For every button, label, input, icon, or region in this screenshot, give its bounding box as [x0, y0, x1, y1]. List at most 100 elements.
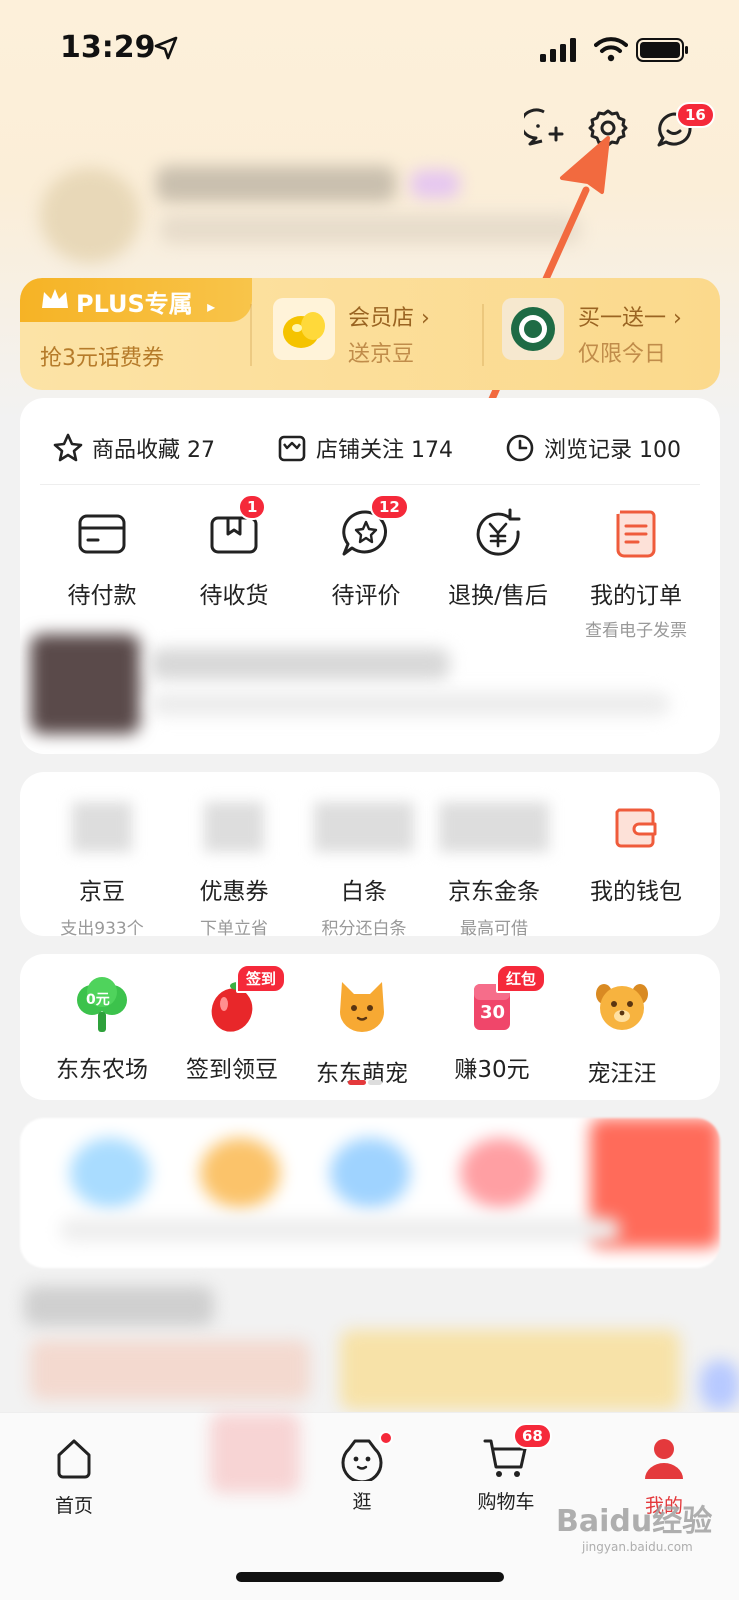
plus-divider-2: [482, 304, 484, 366]
promo-icon-blurred[interactable]: [200, 1138, 280, 1208]
my-orders-label: 我的订单: [590, 583, 682, 609]
farm-icon-text: 0元: [86, 992, 110, 1008]
carousel-dot-active: [348, 1080, 366, 1085]
store-icon: [278, 435, 306, 462]
bogo-thumb[interactable]: [502, 298, 564, 360]
game-earn[interactable]: 30 红包 赚30元: [426, 964, 558, 1084]
favorites-stat[interactable]: 商品收藏 27: [52, 428, 215, 468]
invoice-link[interactable]: 查看电子发票: [566, 616, 706, 641]
recent-order-thumb-blurred[interactable]: [30, 634, 140, 734]
cellular-signal-icon: [540, 38, 576, 62]
wallet-coupons[interactable]: 优惠券 下单立省: [168, 802, 300, 936]
cat-icon: [340, 982, 384, 1032]
member-store-thumb[interactable]: [273, 298, 335, 360]
game-farm[interactable]: 0元 东东农场: [36, 976, 168, 1084]
recent-order-meta-blurred: [150, 692, 670, 716]
wallet-label: 白条: [341, 879, 387, 905]
wallet-icon: [615, 808, 657, 848]
game-dog[interactable]: 宠汪汪: [556, 976, 688, 1088]
order-label: 待评价: [331, 583, 401, 609]
promo-card-blurred: [20, 1118, 720, 1268]
promo-labels-blurred: [60, 1218, 620, 1242]
order-label: 待付款: [67, 583, 137, 609]
dog-icon: [596, 984, 648, 1030]
feed-item-blurred[interactable]: [30, 1340, 310, 1400]
tab-explore[interactable]: 逛: [302, 1431, 422, 1514]
bogo-title[interactable]: 买一送一 ›: [578, 300, 682, 332]
game-label: 东东农场: [56, 1057, 148, 1083]
games-card: 0元 东东农场 签到 签到领豆 东东萌宠 30 红包 赚30元 宠汪汪: [20, 954, 720, 1100]
wallet-jingdou[interactable]: 京豆 支出933个: [36, 802, 168, 936]
avatar[interactable]: [40, 168, 140, 263]
order-refund[interactable]: 退换/售后: [432, 506, 564, 610]
home-icon: [57, 1439, 91, 1479]
floating-promo-blurred[interactable]: [210, 1413, 300, 1493]
game-pet[interactable]: 东东萌宠: [296, 976, 428, 1088]
tab-home[interactable]: 首页: [14, 1435, 134, 1518]
history-label: 浏览记录 100: [544, 438, 681, 463]
golden-bean-icon: [283, 312, 325, 348]
star-icon: [53, 433, 83, 462]
plus-tag-subtitle: 抢3元话费券: [40, 346, 164, 371]
status-bar: 13:29: [0, 0, 739, 100]
checkin-badge: 签到: [236, 964, 287, 993]
member-store-sub: 送京豆: [348, 342, 415, 367]
orders-card: 商品收藏 27 店铺关注 174 浏览记录 100 待付款 1 待收货 12 待…: [20, 398, 720, 754]
game-label: 签到领豆: [186, 1057, 278, 1083]
plus-member-card[interactable]: PLUS专属 ▸ 抢3元话费券 会员店 › 送京豆 买一送一 › 仅限今日: [20, 278, 720, 390]
red-packet-badge: 红包: [496, 964, 547, 993]
watermark-sub: jingyan.baidu.com: [582, 1540, 693, 1554]
location-arrow-icon: [154, 36, 178, 60]
order-pending-receipt[interactable]: 1 待收货: [168, 494, 300, 610]
card-icon: [78, 514, 126, 554]
history-stat[interactable]: 浏览记录 100: [504, 428, 681, 468]
order-label: 退换/售后: [448, 583, 548, 609]
messages-badge: 16: [676, 102, 715, 128]
coupon-value-blurred: [204, 802, 264, 852]
promo-icon-blurred[interactable]: [460, 1138, 540, 1208]
baidu-watermark: Baidu经验 jingyan.baidu.com: [556, 1496, 712, 1554]
my-wallet[interactable]: 我的钱包: [566, 802, 706, 906]
wallet-label: 京豆: [79, 879, 125, 905]
member-store-title[interactable]: 会员店 ›: [348, 300, 430, 332]
earn-icon-text: 30: [480, 1002, 506, 1023]
plus-tag-label: PLUS专属: [76, 290, 193, 318]
coffee-logo-icon: [511, 307, 555, 351]
tab-label: 首页: [54, 1495, 93, 1517]
promo-icon-blurred[interactable]: [70, 1138, 150, 1208]
battery-icon: [636, 38, 688, 62]
feed-item-blurred[interactable]: [340, 1330, 680, 1410]
tab-label: 购物车: [477, 1491, 535, 1513]
order-pending-review[interactable]: 12 待评价: [300, 494, 432, 610]
stats-divider: [40, 484, 700, 485]
wallet-sub: 支出933个: [60, 919, 144, 936]
store-follow-stat[interactable]: 店铺关注 174: [276, 428, 453, 468]
recent-order-text-blurred: [150, 648, 450, 680]
game-checkin[interactable]: 签到 签到领豆: [166, 964, 298, 1084]
tab-cart[interactable]: 68 购物车: [446, 1423, 566, 1514]
home-indicator[interactable]: [236, 1572, 504, 1582]
tab-label: 逛: [352, 1491, 372, 1513]
wallet-sub: 积分还白条: [321, 919, 407, 936]
explore-face-icon: [341, 1439, 383, 1484]
profile-icon: [645, 1439, 683, 1479]
order-pending-payment[interactable]: 待付款: [36, 506, 168, 610]
favorites-label: 商品收藏 27: [92, 438, 215, 463]
plus-exclusive-tag[interactable]: PLUS专属 ▸: [20, 278, 252, 322]
wallet-label: 优惠券: [199, 879, 269, 905]
section-title-blurred: [24, 1286, 214, 1326]
wallet-jintiao[interactable]: 京东金条 最高可借: [428, 802, 560, 936]
my-orders[interactable]: 我的订单 查看电子发票: [566, 506, 706, 641]
clock-icon: [506, 434, 534, 462]
pending-receipt-badge: 1: [238, 494, 267, 520]
promo-icon-blurred[interactable]: [330, 1138, 410, 1208]
jingdou-value-blurred: [72, 802, 132, 852]
jintiao-value-blurred: [439, 802, 549, 852]
baitiao-value-blurred: [314, 802, 414, 852]
pending-review-badge: 12: [370, 494, 409, 520]
wallet-sub: 最高可借: [460, 919, 528, 936]
plus-divider: [250, 304, 252, 366]
refund-icon: [476, 508, 521, 556]
floating-help-blurred[interactable]: [700, 1360, 739, 1410]
wallet-baitiao[interactable]: 白条 积分还白条: [298, 802, 430, 936]
